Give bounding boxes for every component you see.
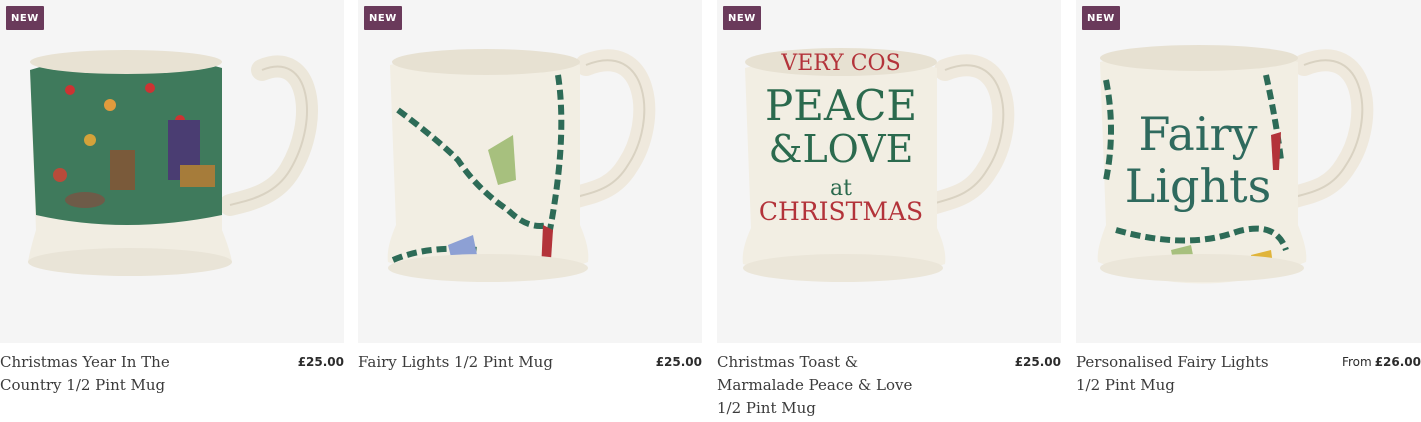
mug-illustration: Fairy Lights	[1097, 45, 1374, 284]
product-title[interactable]: Christmas Toast & Marmalade Peace & Love…	[717, 351, 932, 420]
product-image[interactable]: NEW	[358, 0, 702, 343]
product-price: £25.00	[1014, 355, 1061, 369]
mug-text-lights: Lights	[1125, 159, 1271, 213]
mug-rim-text: VERY COS	[780, 51, 900, 76]
product-title[interactable]: Christmas Year In The Country 1/2 Pint M…	[0, 351, 215, 397]
product-price: £25.00	[655, 355, 702, 369]
new-badge: NEW	[1082, 6, 1120, 30]
mug-illustration	[387, 49, 656, 282]
mug-text-peace: PEACE	[765, 81, 917, 130]
product-card[interactable]: NEW Fairy Lights 1/2 Pint Mug £25.00	[358, 0, 702, 422]
mug-illustration: VERY COS PEACE &LOVE at CHRISTMAS	[742, 48, 1015, 282]
new-badge: NEW	[364, 6, 402, 30]
new-badge: NEW	[6, 6, 44, 30]
product-info: Christmas Year In The Country 1/2 Pint M…	[0, 351, 344, 397]
product-info: Fairy Lights 1/2 Pint Mug £25.00	[358, 351, 702, 374]
product-card[interactable]: VERY COS PEACE &LOVE at CHRISTMAS NEW Ch…	[717, 0, 1061, 422]
new-badge: NEW	[723, 6, 761, 30]
mug-text-christmas: CHRISTMAS	[759, 197, 923, 226]
product-title[interactable]: Fairy Lights 1/2 Pint Mug	[358, 351, 573, 374]
product-price: From £26.00	[1341, 355, 1421, 369]
product-grid: NEW Christmas Year In The Country 1/2 Pi…	[0, 0, 1421, 422]
mug-text-fairy: Fairy	[1139, 107, 1258, 161]
mug-text-love: &LOVE	[769, 127, 914, 171]
price-prefix: From	[1341, 355, 1372, 369]
product-price: £25.00	[297, 355, 344, 369]
product-info: Personalised Fairy Lights 1/2 Pint Mug F…	[1076, 351, 1421, 397]
mug-illustration	[28, 50, 318, 276]
product-info: Christmas Toast & Marmalade Peace & Love…	[717, 351, 1061, 420]
product-image[interactable]: Fairy Lights NEW	[1076, 0, 1421, 343]
product-card[interactable]: Fairy Lights NEW Personalised Fairy Ligh…	[1076, 0, 1421, 422]
product-card[interactable]: NEW Christmas Year In The Country 1/2 Pi…	[0, 0, 344, 422]
product-image[interactable]: VERY COS PEACE &LOVE at CHRISTMAS NEW	[717, 0, 1061, 343]
product-title[interactable]: Personalised Fairy Lights 1/2 Pint Mug	[1076, 351, 1291, 397]
product-image[interactable]: NEW	[0, 0, 344, 343]
